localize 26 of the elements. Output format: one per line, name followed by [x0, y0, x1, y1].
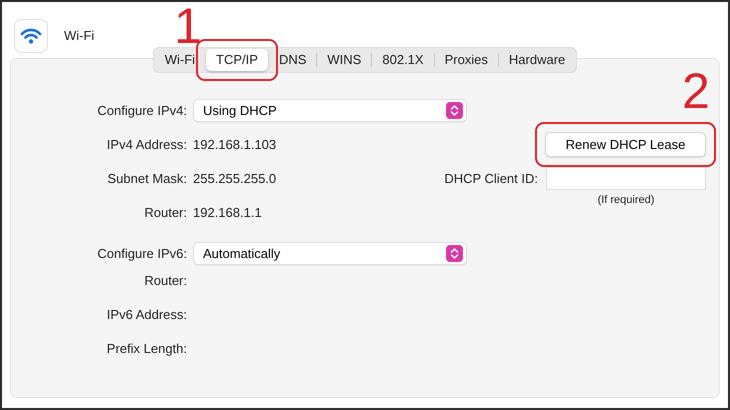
tab[interactable]: WINS	[317, 49, 372, 70]
annotation-number: 1	[174, 1, 202, 51]
renew-button[interactable]: Renew DHCP Lease	[545, 132, 706, 158]
tab[interactable]: Proxies	[434, 49, 498, 70]
field-label: Configure IPv4:	[97, 102, 187, 120]
dropdown[interactable]: Using DHCP	[193, 99, 467, 122]
tab[interactable]: 802.1X	[372, 49, 434, 70]
field-label: Router:	[144, 204, 187, 222]
field-value: 255.255.255.0	[193, 170, 276, 188]
field-value: 192.168.1.1	[193, 204, 262, 222]
field-label: Prefix Length:	[106, 340, 187, 358]
field-label: IPv4 Address:	[106, 136, 187, 154]
field-label: Router:	[144, 272, 187, 290]
annotation-number: 2	[682, 66, 710, 116]
field-label: DHCP Client ID:	[444, 170, 538, 188]
field-label: IPv6 Address:	[106, 306, 187, 324]
tab[interactable]: Hardware	[498, 49, 576, 70]
tab[interactable]: Wi-Fi	[154, 49, 206, 70]
field-label: Configure IPv6:	[97, 244, 187, 263]
tab[interactable]: DNS	[268, 49, 316, 70]
dropdown[interactable]: Automatically	[193, 242, 467, 265]
window-title: Wi-Fi	[64, 26, 94, 45]
field-value: 192.168.1.103	[193, 136, 276, 154]
hint-text: (If required)	[596, 192, 656, 208]
field-label: Subnet Mask:	[108, 170, 187, 188]
tab[interactable]: TCP/IP	[206, 49, 268, 70]
